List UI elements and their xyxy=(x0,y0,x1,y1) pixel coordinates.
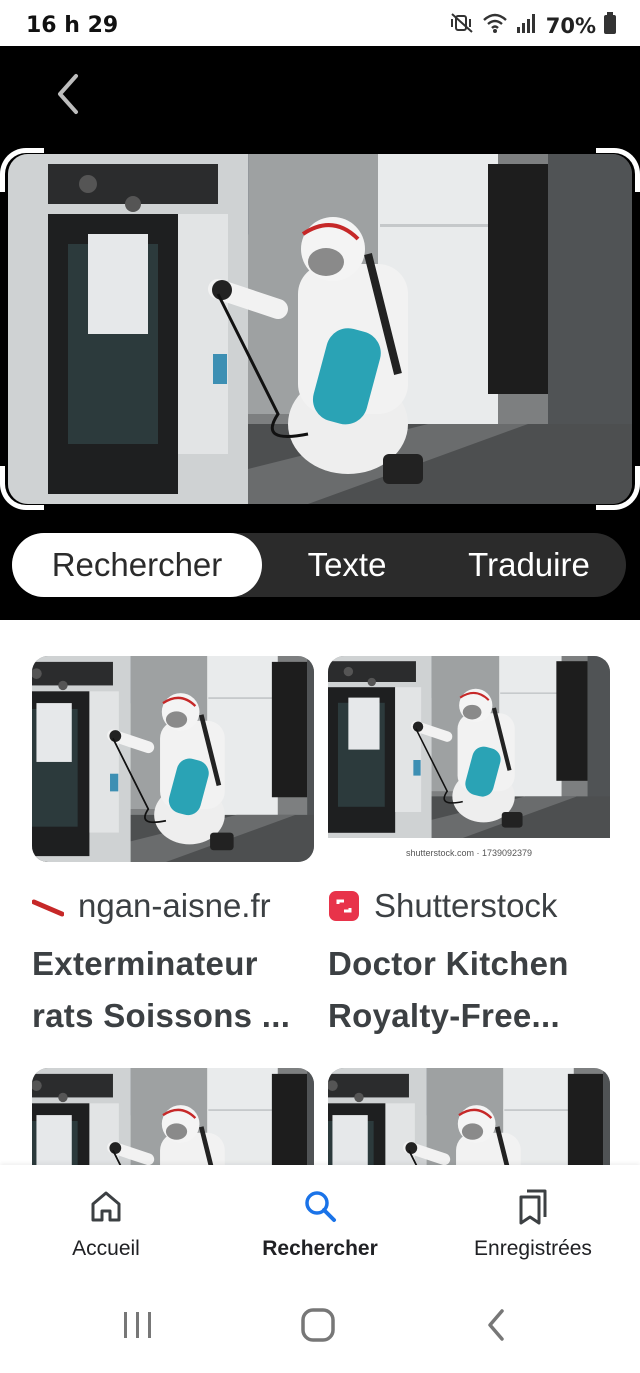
crop-handle-top-right[interactable] xyxy=(596,148,640,192)
result-card[interactable]: shutterstock.com · 1739092379 Shuttersto… xyxy=(328,656,610,1042)
lens-header: Rechercher Texte Traduire xyxy=(0,46,640,620)
search-icon xyxy=(302,1185,338,1227)
nav-label: Enregistrées xyxy=(474,1237,592,1260)
result-title[interactable]: Doctor Kitchen Royalty-Free... xyxy=(328,938,610,1042)
battery-icon xyxy=(604,12,616,39)
result-title[interactable]: Exterminateur rats Soissons ... xyxy=(32,938,314,1042)
tab-texte[interactable]: Texte xyxy=(262,533,432,597)
result-title-line1: Exterminateur xyxy=(32,945,258,982)
back-nav-button[interactable] xyxy=(466,1302,526,1352)
nav-label: Accueil xyxy=(72,1237,140,1260)
result-card[interactable]: ngan-aisne.fr Exterminateur rats Soisson… xyxy=(32,656,314,1042)
nav-rechercher[interactable]: Rechercher xyxy=(220,1185,420,1261)
home-button[interactable] xyxy=(288,1302,348,1352)
lens-mode-tabs: Rechercher Texte Traduire xyxy=(12,533,626,597)
result-source: Shutterstock xyxy=(328,886,610,926)
chevron-left-icon xyxy=(54,72,82,121)
result-card[interactable] xyxy=(32,1068,314,1165)
results-grid: ngan-aisne.fr Exterminateur rats Soisson… xyxy=(0,620,640,1165)
result-title-line2: rats Soissons ... xyxy=(32,997,291,1034)
result-card[interactable] xyxy=(328,1068,610,1165)
signal-icon xyxy=(516,13,538,38)
wifi-icon xyxy=(482,12,508,39)
red-slash-favicon-icon xyxy=(32,890,64,922)
crop-handle-top-left[interactable] xyxy=(0,148,44,192)
tab-traduire[interactable]: Traduire xyxy=(432,533,626,597)
result-source: ngan-aisne.fr xyxy=(32,886,314,926)
system-navigation-bar xyxy=(0,1280,640,1373)
result-thumbnail[interactable] xyxy=(32,656,314,862)
result-source-name: ngan-aisne.fr xyxy=(78,887,271,924)
result-title-line2: Royalty-Free... xyxy=(328,997,560,1034)
result-thumbnail[interactable] xyxy=(32,1068,314,1165)
shutterstock-favicon-icon xyxy=(328,890,360,922)
crop-handle-bottom-right[interactable] xyxy=(596,466,640,510)
tab-rechercher[interactable]: Rechercher xyxy=(12,533,262,597)
recents-icon xyxy=(121,1310,155,1345)
result-title-line1: Doctor Kitchen xyxy=(328,945,569,982)
battery-percent: 70% xyxy=(545,13,596,38)
result-source-name: Shutterstock xyxy=(374,887,558,924)
home-button-icon xyxy=(301,1307,335,1347)
crop-handle-bottom-left[interactable] xyxy=(0,466,44,510)
status-bar: 16 h 29 70% xyxy=(0,0,640,46)
result-thumbnail[interactable]: shutterstock.com · 1739092379 xyxy=(328,656,610,862)
nav-label: Rechercher xyxy=(262,1237,378,1260)
image-watermark: shutterstock.com · 1739092379 xyxy=(405,848,533,858)
bookmarks-icon xyxy=(515,1185,551,1227)
image-preview[interactable] xyxy=(0,148,640,510)
status-time: 16 h 29 xyxy=(26,13,119,38)
preview-image xyxy=(8,154,632,504)
result-thumbnail[interactable] xyxy=(328,1068,610,1165)
back-button[interactable] xyxy=(44,72,92,120)
home-icon xyxy=(88,1185,124,1227)
status-icons: 70% xyxy=(450,12,616,39)
recents-button[interactable] xyxy=(108,1302,168,1352)
mute-vibrate-icon xyxy=(450,12,474,39)
bottom-navigation: Accueil Rechercher Enregistrées xyxy=(0,1165,640,1280)
nav-accueil[interactable]: Accueil xyxy=(6,1185,206,1261)
nav-enregistrees[interactable]: Enregistrées xyxy=(433,1185,633,1261)
back-icon xyxy=(486,1308,506,1346)
